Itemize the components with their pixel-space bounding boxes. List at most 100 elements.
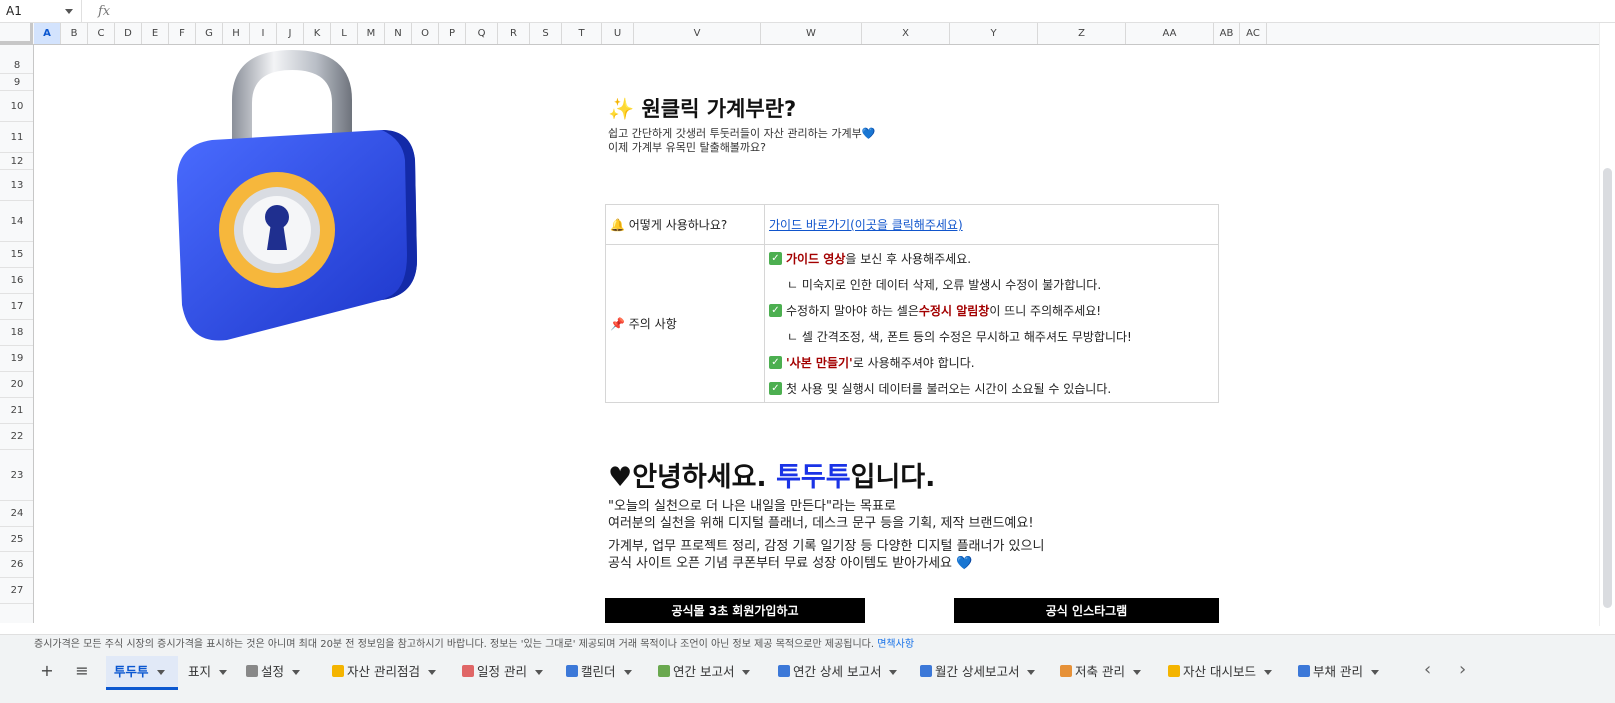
- column-header-O[interactable]: O: [412, 23, 439, 44]
- column-header-P[interactable]: P: [439, 23, 466, 44]
- row-header-21[interactable]: 21: [0, 398, 33, 424]
- column-header-M[interactable]: M: [358, 23, 385, 44]
- scrollbar-thumb[interactable]: [1603, 168, 1612, 608]
- column-header-A[interactable]: A: [34, 23, 61, 44]
- column-header-B[interactable]: B: [61, 23, 88, 44]
- row-header-11[interactable]: 11: [0, 122, 33, 153]
- row-header-10[interactable]: 10: [0, 91, 33, 122]
- add-sheet-icon[interactable]: +: [33, 661, 61, 680]
- column-header-G[interactable]: G: [196, 23, 223, 44]
- row-header-23[interactable]: 23: [0, 450, 33, 501]
- column-header-U[interactable]: U: [602, 23, 634, 44]
- chevron-down-icon[interactable]: [742, 670, 751, 675]
- disclaimer-link[interactable]: 면책사항: [877, 639, 914, 650]
- sheet-tab[interactable]: 자산 관리점검: [324, 656, 453, 690]
- sheet-tab[interactable]: 저축 관리: [1052, 656, 1159, 690]
- column-header-N[interactable]: N: [385, 23, 412, 44]
- caution-label: 📌 주의 사항: [605, 244, 765, 403]
- instagram-button[interactable]: 공식 인스타그램: [954, 598, 1219, 623]
- sheet-tab-label: 투두투: [114, 664, 149, 679]
- tab-emoji-icon: [1298, 665, 1310, 677]
- column-header-T[interactable]: T: [562, 23, 602, 44]
- column-header-V[interactable]: V: [634, 23, 761, 44]
- name-box[interactable]: A1: [0, 0, 82, 23]
- sheet-tab[interactable]: 부채 관리: [1290, 656, 1385, 690]
- row-header-14[interactable]: 14: [0, 201, 33, 242]
- sheet-tab-bar: + ≡ ‹ › 투두투 표지 설정 자산 관리점검 일정 관리 캘린더 연간 보고서 연간 상…: [0, 653, 1615, 703]
- chevron-down-icon[interactable]: [65, 8, 73, 14]
- row-header-22[interactable]: 22: [0, 424, 33, 450]
- tab-emoji-icon: [920, 665, 932, 677]
- chevron-down-icon[interactable]: [889, 670, 898, 675]
- sheet-tab[interactable]: 월간 상세보고서: [912, 656, 1051, 690]
- chevron-down-icon[interactable]: [1132, 670, 1141, 675]
- row-header-18[interactable]: 18: [0, 320, 33, 346]
- sheet-tab-label: 일정 관리: [477, 664, 527, 679]
- sheet-tab[interactable]: 연간 보고서: [650, 656, 769, 690]
- column-header-D[interactable]: D: [115, 23, 142, 44]
- chevron-down-icon[interactable]: [1370, 670, 1379, 675]
- column-header-I[interactable]: I: [250, 23, 277, 44]
- column-header-K[interactable]: K: [304, 23, 331, 44]
- column-header-Q[interactable]: Q: [466, 23, 498, 44]
- cell-reference: A1: [6, 4, 22, 18]
- row-header-19[interactable]: 19: [0, 346, 33, 372]
- chevron-down-icon[interactable]: [623, 670, 632, 675]
- chevron-down-icon[interactable]: [292, 670, 301, 675]
- column-header-bar: A B C D E F G H I J K L M N O P Q R S T U V W X Y Z AA AB AC: [0, 23, 1615, 45]
- chevron-down-icon[interactable]: [1027, 670, 1036, 675]
- guide-link[interactable]: 가이드 바로가기(이곳을 클릭해주세요): [765, 218, 963, 232]
- chevron-down-icon[interactable]: [156, 670, 165, 675]
- select-all-corner[interactable]: [0, 23, 33, 44]
- chevron-down-icon[interactable]: [219, 670, 228, 675]
- column-header-H[interactable]: H: [223, 23, 250, 44]
- chevron-left-icon[interactable]: ‹: [1424, 659, 1431, 680]
- chevron-right-icon[interactable]: ›: [1459, 659, 1466, 680]
- row-header-25[interactable]: 25: [0, 527, 33, 552]
- column-header-F[interactable]: F: [169, 23, 196, 44]
- row-header-27[interactable]: 27: [0, 578, 33, 604]
- row-header-17[interactable]: 17: [0, 294, 33, 320]
- mall-signup-button[interactable]: 공식몰 3초 회원가입하고: [605, 598, 865, 623]
- sheet-tab[interactable]: 일정 관리: [454, 656, 557, 690]
- column-header-AC[interactable]: AC: [1240, 23, 1267, 44]
- row-header-24[interactable]: 24: [0, 501, 33, 527]
- vertical-scrollbar[interactable]: [1599, 23, 1615, 626]
- column-header-L[interactable]: L: [331, 23, 358, 44]
- column-header-W[interactable]: W: [761, 23, 862, 44]
- column-header-X[interactable]: X: [862, 23, 950, 44]
- row-header-13[interactable]: 13: [0, 170, 33, 201]
- row-header-15[interactable]: 15: [0, 242, 33, 268]
- chevron-down-icon[interactable]: [427, 670, 436, 675]
- sheet-tab[interactable]: 캘린더: [558, 656, 649, 690]
- row-header-26[interactable]: 26: [0, 552, 33, 578]
- column-header-J[interactable]: J: [277, 23, 304, 44]
- tab-emoji-icon: [658, 665, 670, 677]
- column-header-AB[interactable]: AB: [1214, 23, 1240, 44]
- row-header-16[interactable]: 16: [0, 268, 33, 294]
- sheet-tab[interactable]: 투두투: [106, 656, 178, 690]
- column-header-AA[interactable]: AA: [1126, 23, 1214, 44]
- sheet-tab[interactable]: 설정: [238, 656, 323, 690]
- row-header-9[interactable]: 9: [0, 74, 33, 91]
- chevron-down-icon[interactable]: [1263, 670, 1272, 675]
- sheet-grid[interactable]: ✨ 원클릭 가계부란? 쉽고 간단하게 갓생러 투둣러들이 자산 관리하는 가계…: [34, 45, 1599, 623]
- sheet-tab[interactable]: 자산 대시보드: [1160, 656, 1289, 690]
- column-header-C[interactable]: C: [88, 23, 115, 44]
- row-header-12[interactable]: 12: [0, 153, 33, 170]
- chevron-down-icon[interactable]: [534, 670, 543, 675]
- column-header-S[interactable]: S: [530, 23, 562, 44]
- note-2: ㄴ 미숙지로 인한 데이터 삭제, 오류 발생시 수정이 불가합니다.: [787, 278, 1102, 292]
- column-header-Y[interactable]: Y: [950, 23, 1038, 44]
- sheet-tab-label: 표지: [188, 664, 212, 679]
- column-header-E[interactable]: E: [142, 23, 169, 44]
- row-header-8[interactable]: 8: [0, 57, 33, 74]
- column-header-R[interactable]: R: [498, 23, 530, 44]
- sheet-tab[interactable]: 표지: [180, 656, 237, 690]
- tab-emoji-icon: [1168, 665, 1180, 677]
- row-header-20[interactable]: 20: [0, 372, 33, 398]
- check-icon: ✓: [769, 304, 782, 317]
- all-sheets-menu-icon[interactable]: ≡: [68, 661, 96, 680]
- sheet-tab[interactable]: 연간 상세 보고서: [770, 656, 911, 690]
- column-header-Z[interactable]: Z: [1038, 23, 1126, 44]
